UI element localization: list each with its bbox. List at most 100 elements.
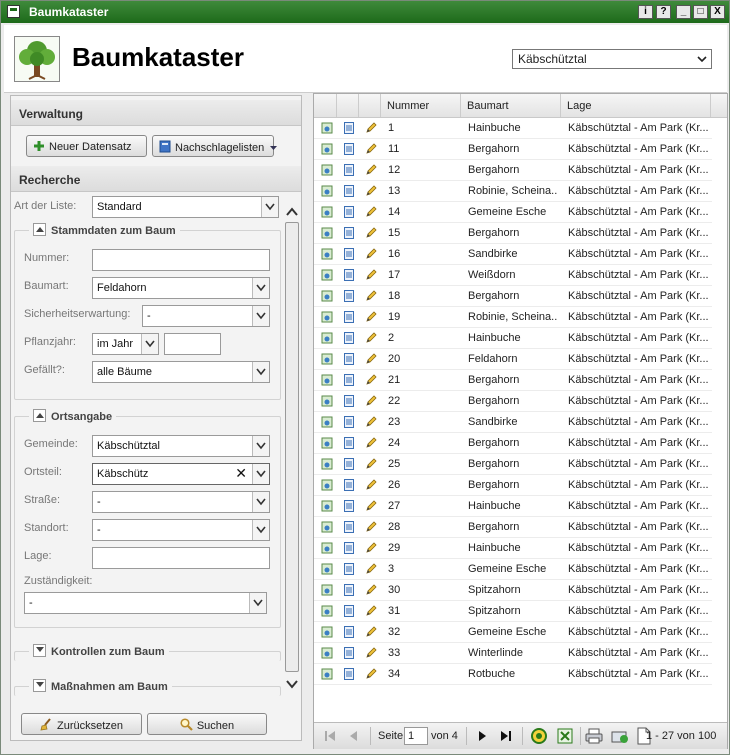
table-row[interactable]: 11 Bergahorn Käbschütztal - Am Park (Kr... bbox=[314, 139, 712, 160]
close-button[interactable]: X bbox=[710, 5, 725, 19]
view-record-icon[interactable] bbox=[321, 332, 333, 344]
edit-pencil-icon[interactable] bbox=[365, 437, 377, 449]
scroll-down-icon[interactable] bbox=[285, 678, 299, 690]
pflanzjahr-mode-select[interactable]: im Jahr bbox=[92, 333, 159, 355]
strasse-select[interactable]: - bbox=[92, 491, 270, 513]
view-record-icon[interactable] bbox=[321, 479, 333, 491]
view-record-icon[interactable] bbox=[321, 605, 333, 617]
ortsangabe-legend[interactable]: Ortsangabe bbox=[29, 409, 117, 423]
edit-pencil-icon[interactable] bbox=[365, 164, 377, 176]
edit-pencil-icon[interactable] bbox=[365, 206, 377, 218]
details-icon[interactable] bbox=[343, 185, 355, 197]
edit-pencil-icon[interactable] bbox=[365, 563, 377, 575]
edit-pencil-icon[interactable] bbox=[365, 185, 377, 197]
massnahmen-legend[interactable]: Maßnahmen am Baum bbox=[29, 679, 172, 693]
details-icon[interactable] bbox=[343, 227, 355, 239]
view-record-icon[interactable] bbox=[321, 269, 333, 281]
gemeinde-select[interactable]: Käbschütztal bbox=[92, 435, 270, 457]
edit-pencil-icon[interactable] bbox=[365, 227, 377, 239]
view-record-icon[interactable] bbox=[321, 290, 333, 302]
details-icon[interactable] bbox=[343, 605, 355, 617]
edit-pencil-icon[interactable] bbox=[365, 290, 377, 302]
edit-pencil-icon[interactable] bbox=[365, 458, 377, 470]
edit-pencil-icon[interactable] bbox=[365, 500, 377, 512]
new-record-button[interactable]: Neuer Datensatz bbox=[26, 135, 147, 157]
view-record-icon[interactable] bbox=[321, 521, 333, 533]
table-row[interactable]: 30 Spitzahorn Käbschütztal - Am Park (Kr..… bbox=[314, 580, 712, 601]
details-icon[interactable] bbox=[343, 122, 355, 134]
table-row[interactable]: 28 Bergahorn Käbschütztal - Am Park (Kr... bbox=[314, 517, 712, 538]
clear-x-icon[interactable]: ✕ bbox=[235, 466, 247, 480]
details-icon[interactable] bbox=[343, 626, 355, 638]
view-record-icon[interactable] bbox=[321, 542, 333, 554]
details-icon[interactable] bbox=[343, 164, 355, 176]
table-row[interactable]: 27 Hainbuche Käbschütztal - Am Park (Kr... bbox=[314, 496, 712, 517]
prev-page-icon[interactable] bbox=[344, 727, 364, 745]
table-row[interactable]: 12 Bergahorn Käbschütztal - Am Park (Kr... bbox=[314, 160, 712, 181]
map-export-icon[interactable] bbox=[610, 727, 630, 745]
table-row[interactable]: 22 Bergahorn Käbschütztal - Am Park (Kr... bbox=[314, 391, 712, 412]
nummer-input[interactable] bbox=[92, 249, 270, 271]
left-scrollbar[interactable] bbox=[284, 202, 300, 696]
details-icon[interactable] bbox=[343, 500, 355, 512]
view-record-icon[interactable] bbox=[321, 227, 333, 239]
view-record-icon[interactable] bbox=[321, 311, 333, 323]
table-row[interactable]: 14 Gemeine Esche Käbschütztal - Am Park (K… bbox=[314, 202, 712, 223]
edit-pencil-icon[interactable] bbox=[365, 521, 377, 533]
lookup-lists-button[interactable]: Nachschlagelisten bbox=[152, 135, 278, 157]
edit-pencil-icon[interactable] bbox=[365, 584, 377, 596]
edit-pencil-icon[interactable] bbox=[365, 374, 377, 386]
table-row[interactable]: 33 Winterlinde Käbschütztal - Am Park (Kr.… bbox=[314, 643, 712, 664]
view-record-icon[interactable] bbox=[321, 668, 333, 680]
page-number-input[interactable]: 1 bbox=[404, 727, 428, 745]
maximize-button[interactable]: □ bbox=[693, 5, 708, 19]
details-icon[interactable] bbox=[343, 668, 355, 680]
gefaellt-select[interactable]: alle Bäume bbox=[92, 361, 270, 383]
table-row[interactable]: 15 Bergahorn Käbschütztal - Am Park (Kr... bbox=[314, 223, 712, 244]
table-row[interactable]: 13 Robinie, Scheina... Käbschütztal - Am P… bbox=[314, 181, 712, 202]
edit-pencil-icon[interactable] bbox=[365, 332, 377, 344]
first-page-icon[interactable] bbox=[320, 727, 340, 745]
edit-pencil-icon[interactable] bbox=[365, 542, 377, 554]
table-row[interactable]: 23 Sandbirke Käbschütztal - Am Park (Kr... bbox=[314, 412, 712, 433]
table-row[interactable]: 26 Bergahorn Käbschütztal - Am Park (Kr... bbox=[314, 475, 712, 496]
details-icon[interactable] bbox=[343, 290, 355, 302]
list-type-select[interactable]: Standard bbox=[92, 196, 279, 218]
table-row[interactable]: 20 Feldahorn Käbschütztal - Am Park (Kr... bbox=[314, 349, 712, 370]
view-record-icon[interactable] bbox=[321, 647, 333, 659]
view-record-icon[interactable] bbox=[321, 416, 333, 428]
last-page-icon[interactable] bbox=[496, 727, 516, 745]
table-row[interactable]: 19 Robinie, Scheina... Käbschütztal - Am P… bbox=[314, 307, 712, 328]
table-row[interactable]: 17 Weißdorn Käbschütztal - Am Park (Kr... bbox=[314, 265, 712, 286]
details-icon[interactable] bbox=[343, 479, 355, 491]
edit-pencil-icon[interactable] bbox=[365, 668, 377, 680]
table-row[interactable]: 34 Rotbuche Käbschütztal - Am Park (Kr... bbox=[314, 664, 712, 685]
scroll-thumb[interactable] bbox=[285, 222, 299, 672]
table-row[interactable]: 2 Hainbuche Käbschütztal - Am Park (Kr... bbox=[314, 328, 712, 349]
column-header-baumart[interactable]: Baumart bbox=[461, 94, 561, 117]
edit-pencil-icon[interactable] bbox=[365, 353, 377, 365]
table-row[interactable]: 18 Bergahorn Käbschütztal - Am Park (Kr... bbox=[314, 286, 712, 307]
sicherheit-select[interactable]: - bbox=[142, 305, 270, 327]
details-icon[interactable] bbox=[343, 395, 355, 407]
view-record-icon[interactable] bbox=[321, 458, 333, 470]
details-icon[interactable] bbox=[343, 353, 355, 365]
details-icon[interactable] bbox=[343, 647, 355, 659]
details-icon[interactable] bbox=[343, 143, 355, 155]
kontrollen-legend[interactable]: Kontrollen zum Baum bbox=[29, 644, 169, 658]
details-icon[interactable] bbox=[343, 269, 355, 281]
help-button[interactable]: ? bbox=[656, 5, 671, 19]
table-row[interactable]: 1 Hainbuche Käbschütztal - Am Park (Kr... bbox=[314, 118, 712, 139]
edit-pencil-icon[interactable] bbox=[365, 626, 377, 638]
edit-pencil-icon[interactable] bbox=[365, 143, 377, 155]
view-record-icon[interactable] bbox=[321, 374, 333, 386]
table-row[interactable]: 21 Bergahorn Käbschütztal - Am Park (Kr... bbox=[314, 370, 712, 391]
view-record-icon[interactable] bbox=[321, 143, 333, 155]
edit-pencil-icon[interactable] bbox=[365, 269, 377, 281]
view-record-icon[interactable] bbox=[321, 563, 333, 575]
view-record-icon[interactable] bbox=[321, 626, 333, 638]
minimize-button[interactable]: _ bbox=[676, 5, 691, 19]
info-button[interactable]: i bbox=[638, 5, 653, 19]
standort-select[interactable]: - bbox=[92, 519, 270, 541]
next-page-icon[interactable] bbox=[472, 727, 492, 745]
